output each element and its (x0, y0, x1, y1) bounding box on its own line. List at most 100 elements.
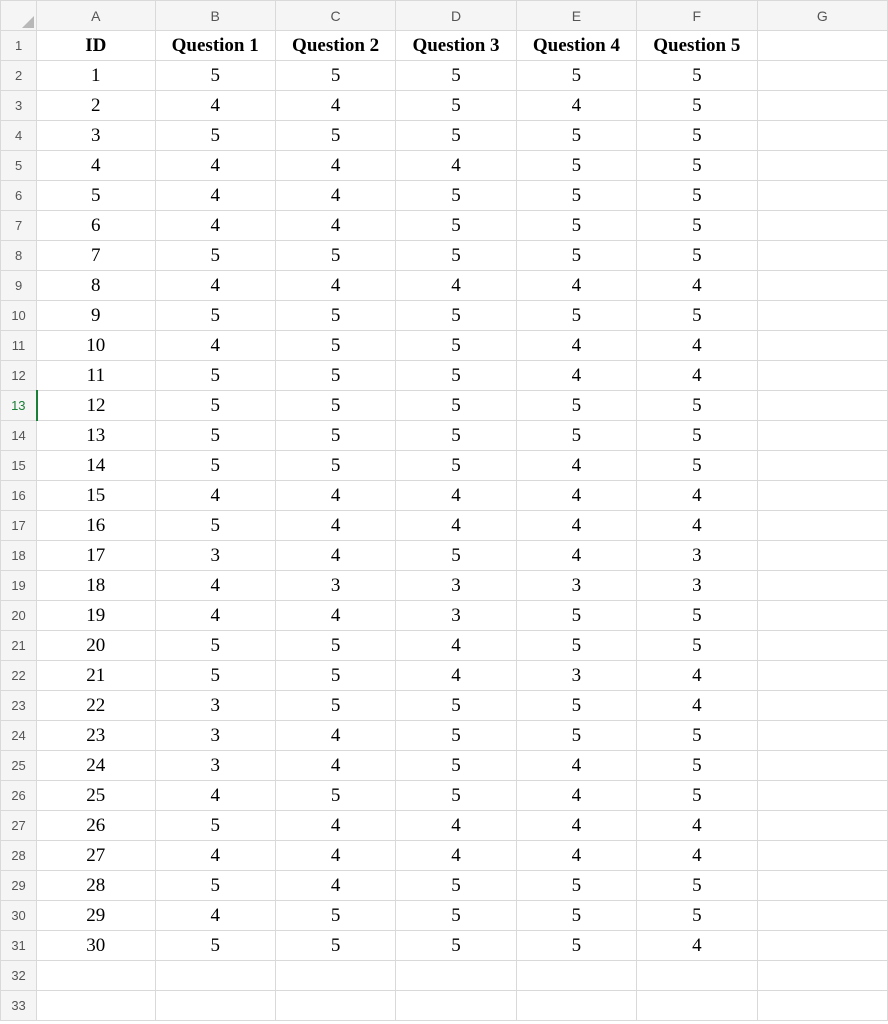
cell-F3[interactable]: 5 (637, 91, 757, 121)
cell-G5[interactable] (757, 151, 887, 181)
cell-E11[interactable]: 4 (516, 331, 636, 361)
cell-D2[interactable]: 5 (396, 61, 516, 91)
cell-F27[interactable]: 4 (637, 811, 757, 841)
cell-F26[interactable]: 5 (637, 781, 757, 811)
row-head-9[interactable]: 9 (1, 271, 37, 301)
row-head-31[interactable]: 31 (1, 931, 37, 961)
cell-B19[interactable]: 4 (155, 571, 275, 601)
row-head-24[interactable]: 24 (1, 721, 37, 751)
cell-A24[interactable]: 23 (37, 721, 155, 751)
cell-E3[interactable]: 4 (516, 91, 636, 121)
cell-D31[interactable]: 5 (396, 931, 516, 961)
cell-A26[interactable]: 25 (37, 781, 155, 811)
cell-E23[interactable]: 5 (516, 691, 636, 721)
cell-G17[interactable] (757, 511, 887, 541)
cell-C28[interactable]: 4 (275, 841, 395, 871)
cell-C3[interactable]: 4 (275, 91, 395, 121)
row-head-20[interactable]: 20 (1, 601, 37, 631)
cell-B29[interactable]: 5 (155, 871, 275, 901)
cell-D25[interactable]: 5 (396, 751, 516, 781)
cell-F16[interactable]: 4 (637, 481, 757, 511)
row-head-26[interactable]: 26 (1, 781, 37, 811)
cell-B22[interactable]: 5 (155, 661, 275, 691)
row-head-21[interactable]: 21 (1, 631, 37, 661)
cell-E13[interactable]: 5 (516, 391, 636, 421)
cell-B2[interactable]: 5 (155, 61, 275, 91)
cell-E5[interactable]: 5 (516, 151, 636, 181)
cell-A3[interactable]: 2 (37, 91, 155, 121)
cell-C11[interactable]: 5 (275, 331, 395, 361)
row-head-14[interactable]: 14 (1, 421, 37, 451)
cell-G2[interactable] (757, 61, 887, 91)
cell-C15[interactable]: 5 (275, 451, 395, 481)
cell-C2[interactable]: 5 (275, 61, 395, 91)
col-head-D[interactable]: D (396, 1, 516, 31)
cell-G15[interactable] (757, 451, 887, 481)
header-cell-A[interactable]: ID (37, 31, 155, 61)
cell-B17[interactable]: 5 (155, 511, 275, 541)
cell-A31[interactable]: 30 (37, 931, 155, 961)
cell-E22[interactable]: 3 (516, 661, 636, 691)
cell-F25[interactable]: 5 (637, 751, 757, 781)
row-head-30[interactable]: 30 (1, 901, 37, 931)
cell-F33[interactable] (637, 991, 757, 1021)
cell-A12[interactable]: 11 (37, 361, 155, 391)
row-head-33[interactable]: 33 (1, 991, 37, 1021)
cell-F15[interactable]: 5 (637, 451, 757, 481)
cell-F28[interactable]: 4 (637, 841, 757, 871)
cell-D19[interactable]: 3 (396, 571, 516, 601)
cell-F24[interactable]: 5 (637, 721, 757, 751)
cell-D29[interactable]: 5 (396, 871, 516, 901)
cell-D28[interactable]: 4 (396, 841, 516, 871)
cell-E15[interactable]: 4 (516, 451, 636, 481)
cell-G27[interactable] (757, 811, 887, 841)
cell-F17[interactable]: 4 (637, 511, 757, 541)
cell-A28[interactable]: 27 (37, 841, 155, 871)
cell-G10[interactable] (757, 301, 887, 331)
cell-B3[interactable]: 4 (155, 91, 275, 121)
cell-E21[interactable]: 5 (516, 631, 636, 661)
row-head-32[interactable]: 32 (1, 961, 37, 991)
cell-G11[interactable] (757, 331, 887, 361)
cell-G13[interactable] (757, 391, 887, 421)
cell-B31[interactable]: 5 (155, 931, 275, 961)
cell-G30[interactable] (757, 901, 887, 931)
cell-F21[interactable]: 5 (637, 631, 757, 661)
cell-A21[interactable]: 20 (37, 631, 155, 661)
cell-B24[interactable]: 3 (155, 721, 275, 751)
cell-E33[interactable] (516, 991, 636, 1021)
cell-B26[interactable]: 4 (155, 781, 275, 811)
cell-C7[interactable]: 4 (275, 211, 395, 241)
cell-A14[interactable]: 13 (37, 421, 155, 451)
cell-G19[interactable] (757, 571, 887, 601)
cell-F22[interactable]: 4 (637, 661, 757, 691)
cell-A16[interactable]: 15 (37, 481, 155, 511)
cell-C29[interactable]: 4 (275, 871, 395, 901)
row-head-10[interactable]: 10 (1, 301, 37, 331)
cell-F2[interactable]: 5 (637, 61, 757, 91)
cell-G3[interactable] (757, 91, 887, 121)
cell-E12[interactable]: 4 (516, 361, 636, 391)
cell-D6[interactable]: 5 (396, 181, 516, 211)
cell-C33[interactable] (275, 991, 395, 1021)
cell-F23[interactable]: 4 (637, 691, 757, 721)
cell-F18[interactable]: 3 (637, 541, 757, 571)
cell-B11[interactable]: 4 (155, 331, 275, 361)
cell-A4[interactable]: 3 (37, 121, 155, 151)
col-head-F[interactable]: F (637, 1, 757, 31)
cell-F29[interactable]: 5 (637, 871, 757, 901)
cell-F12[interactable]: 4 (637, 361, 757, 391)
col-head-A[interactable]: A (37, 1, 155, 31)
cell-E7[interactable]: 5 (516, 211, 636, 241)
cell-G24[interactable] (757, 721, 887, 751)
cell-D27[interactable]: 4 (396, 811, 516, 841)
cell-A18[interactable]: 17 (37, 541, 155, 571)
cell-B23[interactable]: 3 (155, 691, 275, 721)
cell-C14[interactable]: 5 (275, 421, 395, 451)
cell-C9[interactable]: 4 (275, 271, 395, 301)
col-head-B[interactable]: B (155, 1, 275, 31)
cell-B5[interactable]: 4 (155, 151, 275, 181)
cell-E29[interactable]: 5 (516, 871, 636, 901)
cell-E32[interactable] (516, 961, 636, 991)
cell-C12[interactable]: 5 (275, 361, 395, 391)
